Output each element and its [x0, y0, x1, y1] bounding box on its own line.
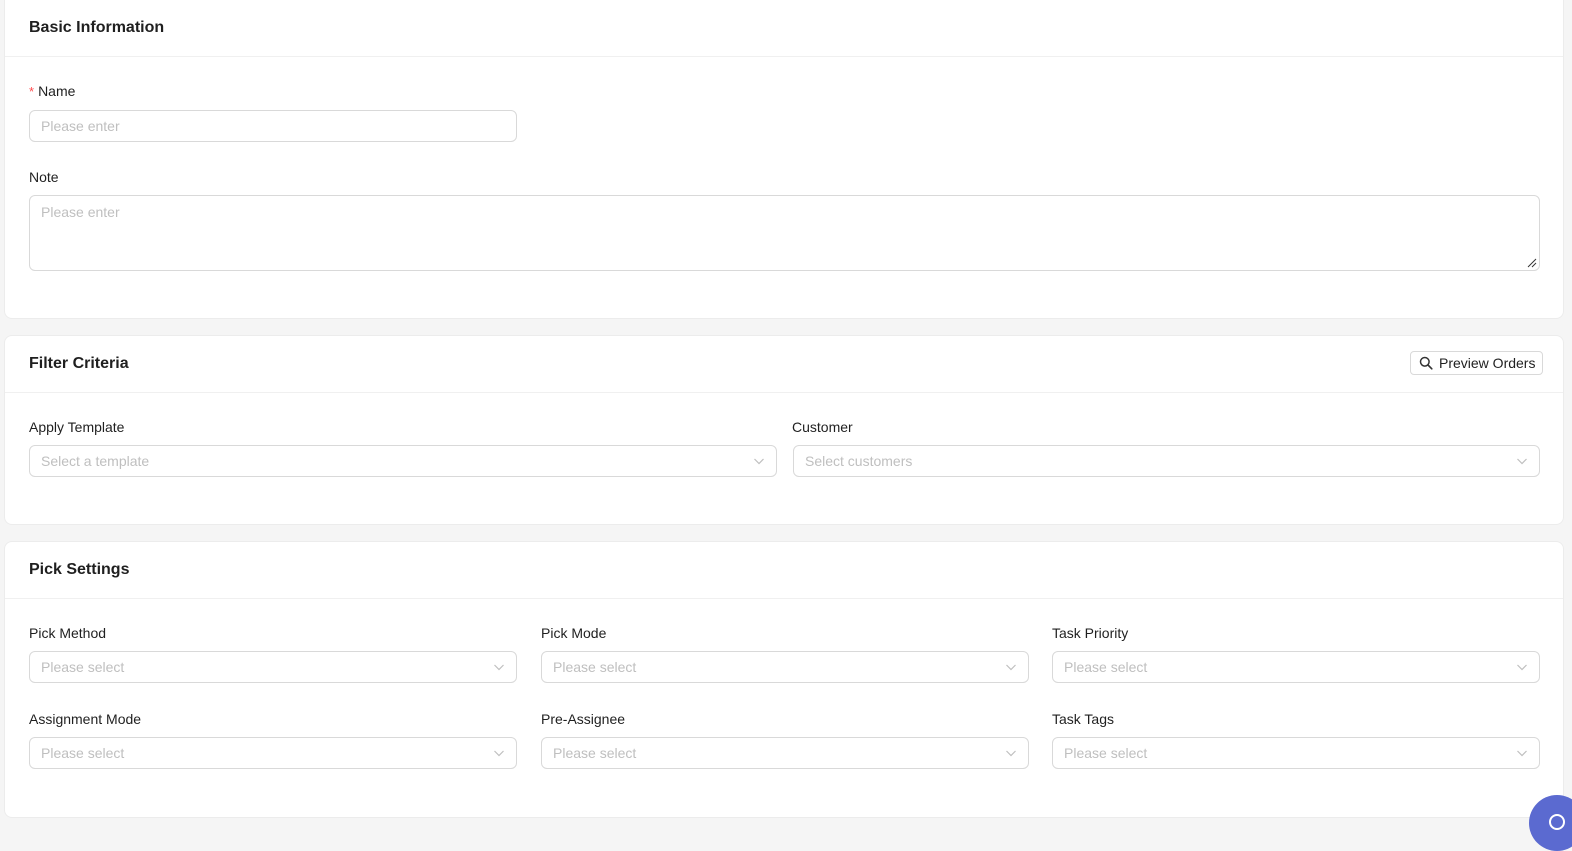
pick-mode-placeholder: Please select: [553, 659, 637, 675]
resize-handle-icon[interactable]: [1527, 258, 1537, 268]
task-priority-placeholder: Please select: [1064, 659, 1148, 675]
help-icon: [1549, 814, 1565, 830]
name-input[interactable]: Please enter: [29, 110, 517, 142]
pick-settings-card: Pick Settings Pick Method Please select …: [4, 541, 1564, 818]
customer-placeholder: Select customers: [805, 453, 913, 469]
task-tags-placeholder: Please select: [1064, 745, 1148, 761]
pick-mode-select[interactable]: Please select: [541, 651, 1029, 683]
pre-assignee-placeholder: Please select: [553, 745, 637, 761]
chevron-down-icon: [1517, 458, 1527, 465]
note-textarea[interactable]: Please enter: [29, 195, 1540, 271]
pick-mode-label: Pick Mode: [541, 625, 607, 641]
task-tags-select[interactable]: Please select: [1052, 737, 1540, 769]
chevron-down-icon: [494, 664, 504, 671]
chevron-down-icon: [1006, 750, 1016, 757]
chevron-down-icon: [754, 458, 764, 465]
pre-assignee-label: Pre-Assignee: [541, 711, 626, 727]
search-icon: [1419, 356, 1433, 370]
pick-method-select[interactable]: Please select: [29, 651, 517, 683]
task-priority-label: Task Priority: [1052, 625, 1129, 641]
chevron-down-icon: [494, 750, 504, 757]
customer-label: Customer: [792, 419, 853, 435]
task-tags-label: Task Tags: [1052, 711, 1114, 727]
pre-assignee-select[interactable]: Please select: [541, 737, 1029, 769]
required-marker: *: [29, 84, 35, 99]
chevron-down-icon: [1517, 664, 1527, 671]
pick-settings-title: Pick Settings: [29, 561, 130, 578]
basic-information-card: Basic Information * Name Please enter Not…: [4, 0, 1564, 319]
preview-orders-button[interactable]: Preview Orders: [1410, 351, 1544, 375]
apply-template-label: Apply Template: [29, 419, 125, 435]
basic-information-title: Basic Information: [29, 19, 165, 36]
name-label: * Name: [29, 83, 75, 99]
note-textarea-placeholder: Please enter: [41, 204, 120, 220]
card-header: Filter Criteria Preview Orders: [5, 336, 1563, 393]
note-label: Note: [29, 169, 59, 185]
assignment-mode-label: Assignment Mode: [29, 711, 142, 727]
apply-template-placeholder: Select a template: [41, 453, 150, 469]
filter-criteria-title: Filter Criteria: [29, 355, 129, 372]
card-header: Basic Information: [5, 0, 1563, 57]
chevron-down-icon: [1517, 750, 1527, 757]
pick-method-label: Pick Method: [29, 625, 107, 641]
chevron-down-icon: [1006, 664, 1016, 671]
assignment-mode-placeholder: Please select: [41, 745, 125, 761]
floating-help-button[interactable]: [1529, 795, 1572, 851]
preview-orders-label: Preview Orders: [1439, 355, 1536, 371]
name-label-text: Name: [38, 83, 76, 99]
assignment-mode-select[interactable]: Please select: [29, 737, 517, 769]
card-header: Pick Settings: [5, 542, 1563, 599]
apply-template-select[interactable]: Select a template: [29, 445, 777, 477]
task-priority-select[interactable]: Please select: [1052, 651, 1540, 683]
filter-criteria-card: Filter Criteria Preview Orders Apply Tem…: [4, 335, 1564, 525]
customer-select[interactable]: Select customers: [793, 445, 1540, 477]
pick-method-placeholder: Please select: [41, 659, 125, 675]
name-input-placeholder: Please enter: [41, 118, 120, 134]
